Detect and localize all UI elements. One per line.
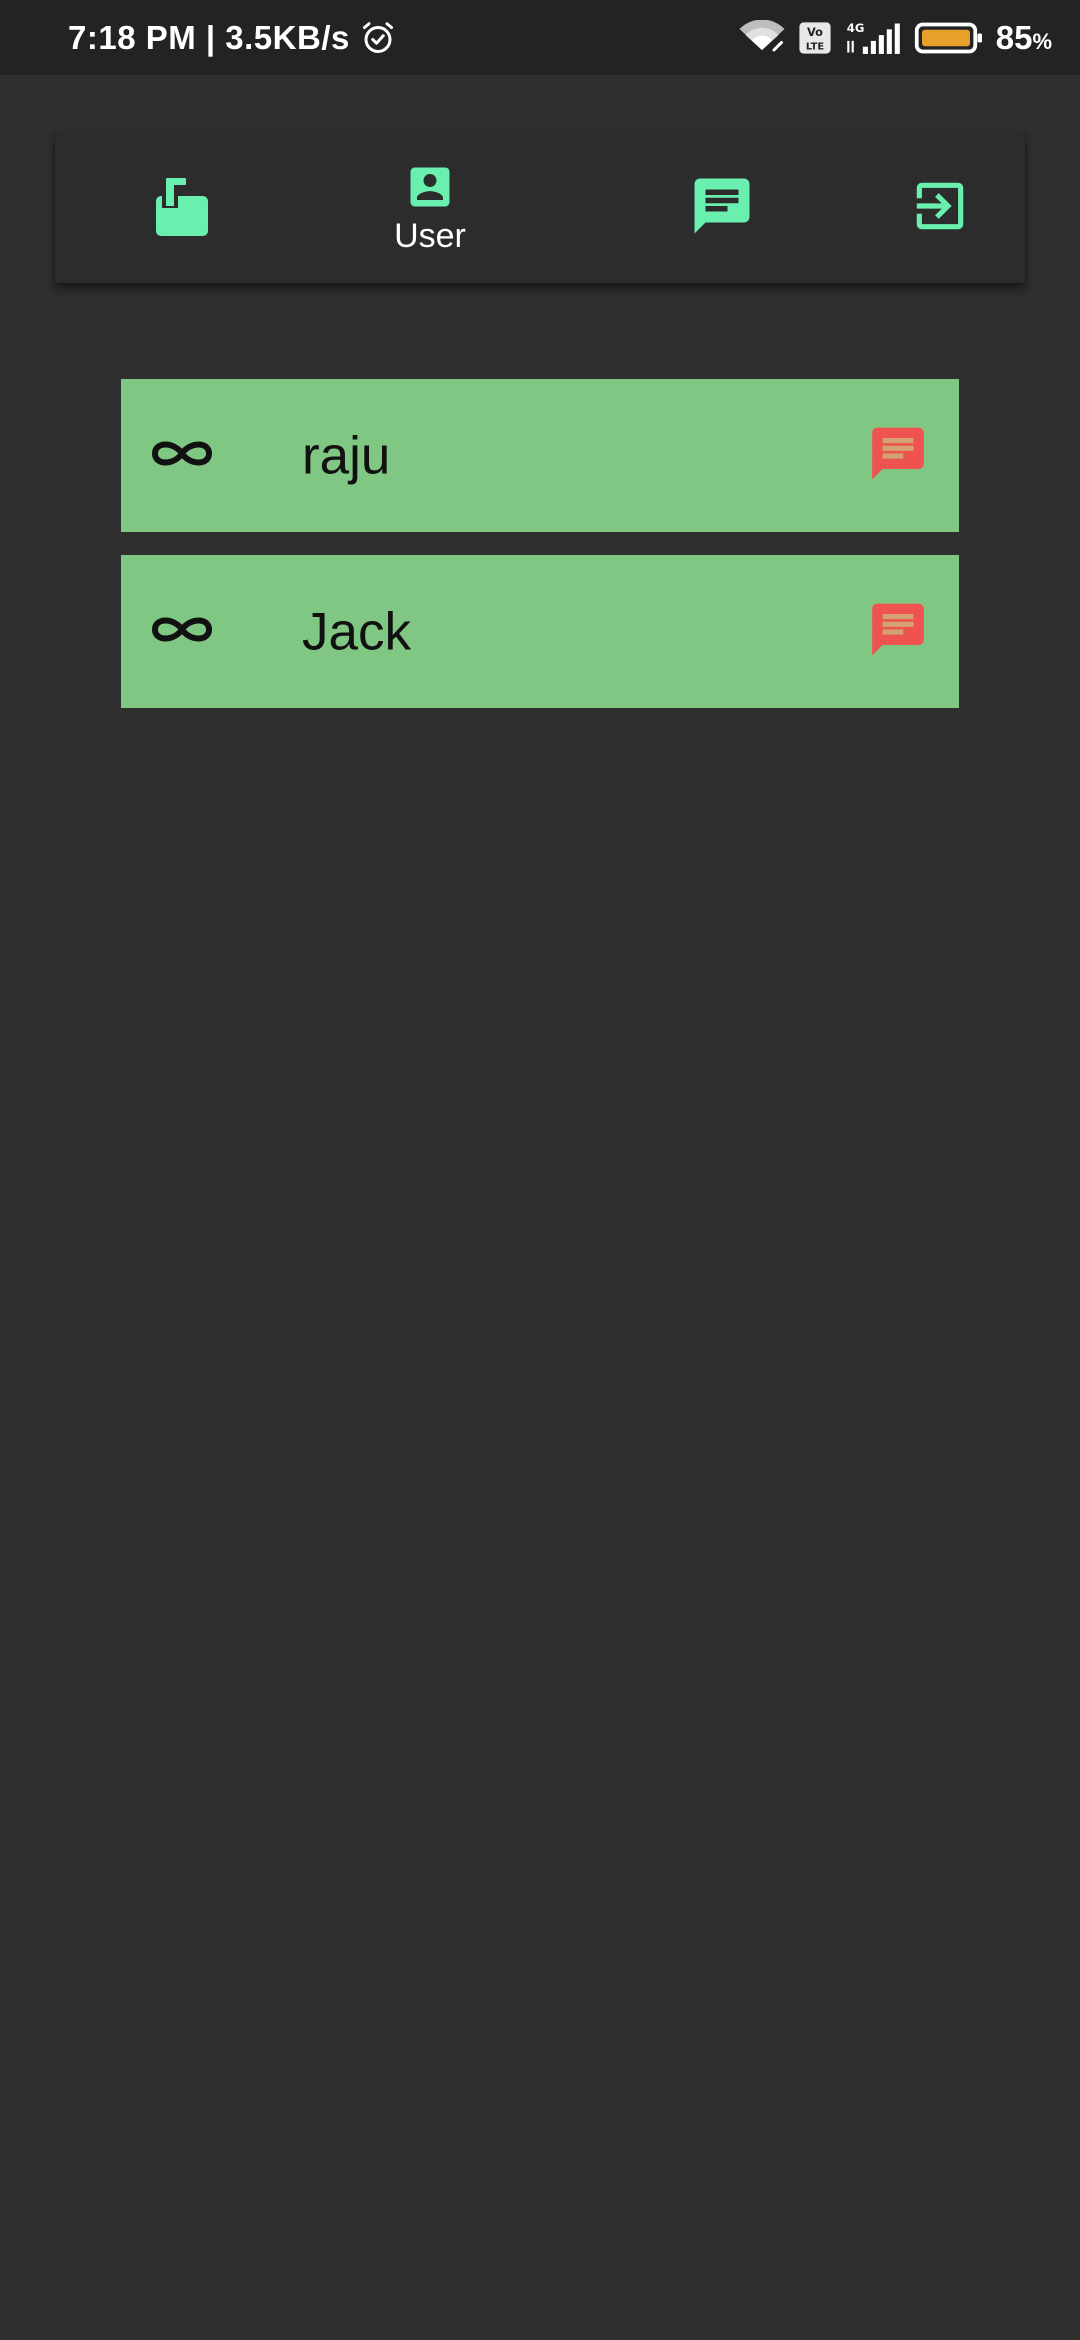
top-nav-bar: User xyxy=(55,133,1025,283)
user-list: raju Jack xyxy=(121,379,959,731)
exit-to-app-icon xyxy=(909,175,971,237)
status-bar: 7:18 PM | 3.5KB/s Vo LTE 4G 85% xyxy=(0,0,1080,75)
chat-icon xyxy=(689,173,755,239)
infinity-icon xyxy=(147,433,217,478)
volte-icon: Vo LTE xyxy=(798,21,832,55)
mailbox-icon xyxy=(152,174,212,238)
battery-percent-unit: % xyxy=(1032,28,1052,54)
svg-text:4G: 4G xyxy=(847,21,865,35)
status-left: 7:18 PM | 3.5KB/s xyxy=(68,0,396,75)
infinity-icon xyxy=(147,609,217,654)
chat-icon[interactable] xyxy=(867,598,929,665)
nav-item-mailbox[interactable] xyxy=(127,133,237,283)
svg-text:Vo: Vo xyxy=(807,24,823,38)
status-right: Vo LTE 4G 85% xyxy=(738,0,1052,75)
svg-text:LTE: LTE xyxy=(806,41,824,52)
user-name: Jack xyxy=(302,602,411,661)
alarm-icon xyxy=(360,20,396,56)
list-item[interactable]: Jack xyxy=(121,555,959,708)
nav-item-logout[interactable] xyxy=(885,133,995,283)
nav-item-user[interactable]: User xyxy=(370,133,490,283)
status-time-speed: 7:18 PM | 3.5KB/s xyxy=(68,18,350,56)
nav-item-chat[interactable] xyxy=(667,133,777,283)
chat-icon[interactable] xyxy=(867,422,929,489)
account-box-icon xyxy=(404,161,456,213)
list-item[interactable]: raju xyxy=(121,379,959,532)
user-name: raju xyxy=(302,426,391,485)
signal-4g-icon: 4G xyxy=(844,20,902,56)
battery-icon xyxy=(914,20,984,56)
wifi-icon xyxy=(738,19,786,56)
nav-label-user: User xyxy=(394,216,466,255)
battery-percent: 85% xyxy=(996,19,1052,57)
battery-percent-value: 85 xyxy=(995,18,1033,56)
